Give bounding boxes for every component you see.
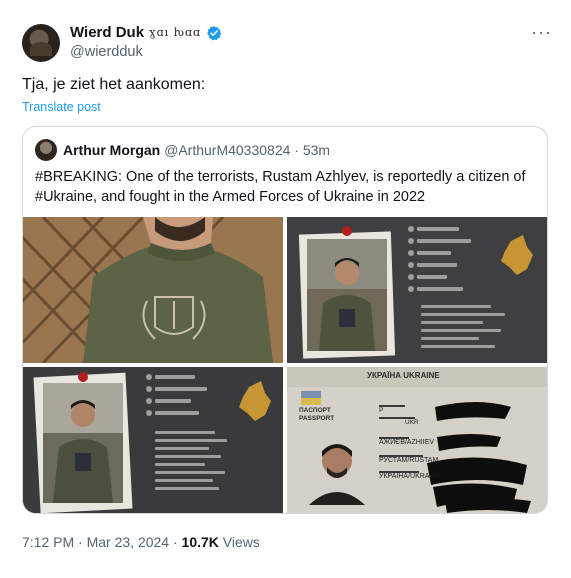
passport-header: УКРАЇНА UKRAINE	[367, 371, 440, 380]
passport-nationality: УКРАЇНА/UKRAINE	[379, 473, 442, 480]
quote-separator: ·	[294, 142, 299, 158]
translate-post-link[interactable]: Translate post	[22, 100, 101, 114]
media-photo-tshirt[interactable]	[23, 217, 283, 363]
quote-author-handle: @ArthurM40330824	[164, 142, 291, 158]
author-display-name[interactable]: Wierd Duk	[70, 24, 144, 41]
verified-badge-icon	[207, 25, 222, 40]
footer-separator-1: ·	[78, 534, 83, 550]
passport-label-en: PASSPORT	[299, 415, 335, 422]
author-avatar[interactable]	[22, 24, 60, 62]
tshirt-photo-image	[23, 217, 283, 363]
quote-time: 53m	[302, 142, 331, 158]
passport-label-ua: ПАСПОРТ	[299, 407, 331, 414]
tweet-text: Tja, je ziet het aankomen:	[22, 76, 206, 93]
quote-author-name: Arthur Morgan	[63, 142, 161, 158]
footer-separator-2: ·	[172, 534, 178, 550]
passport-country: UKR	[405, 419, 419, 426]
author-name-row: Wierd Duk ɣɑı ƕɑɑ	[70, 24, 222, 41]
passport-given-name: РУСТАМ/RUSTAM	[379, 457, 439, 464]
passport-type: P	[379, 407, 384, 414]
profile-card-2-image	[23, 367, 283, 513]
media-profile-card-1[interactable]	[287, 217, 547, 363]
quoted-tweet[interactable]: Arthur Morgan @ArthurM40330824 · 53m #BR…	[22, 126, 548, 514]
quote-text: #BREAKING: One of the terrorists, Rustam…	[35, 169, 526, 205]
author-handle[interactable]: @wierdduk	[70, 44, 143, 60]
quote-header: Arthur Morgan @ArthurM40330824 · 53m	[63, 142, 330, 158]
media-grid: УКРАЇНА UKRAINE ПАСПОРТ PASSPORT P UKR А…	[23, 217, 547, 513]
post-date[interactable]: Mar 23, 2024	[87, 534, 170, 550]
quote-author-avatar	[35, 139, 57, 161]
tweet: Wierd Duk ɣɑı ƕɑɑ @wierdduk ··· Tja, je …	[0, 0, 571, 578]
views-count: 10.7K	[181, 534, 219, 550]
passport-label: ПАСПОРТ PASSPORT	[299, 407, 334, 423]
post-timestamp: 7:12 PM · Mar 23, 2024 · 10.7K Views	[22, 534, 260, 550]
media-passport[interactable]: УКРАЇНА UKRAINE ПАСПОРТ PASSPORT P UKR А…	[287, 367, 547, 513]
profile-card-1-image	[287, 217, 547, 363]
passport-surname: АЖИЄВ/AZHIIEV	[379, 439, 435, 446]
post-time[interactable]: 7:12 PM	[22, 534, 74, 550]
views-label: Views	[222, 534, 260, 550]
more-options-icon[interactable]: ···	[531, 22, 552, 43]
author-name-flourish: ɣɑı ƕɑɑ	[149, 26, 202, 39]
media-profile-card-2[interactable]	[23, 367, 283, 513]
